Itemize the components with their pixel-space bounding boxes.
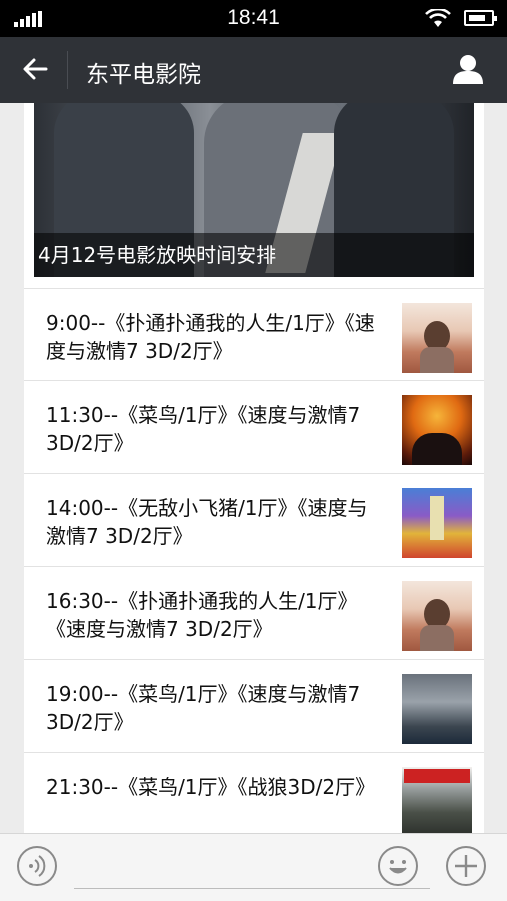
voice-button[interactable] bbox=[17, 846, 57, 886]
emoji-icon bbox=[389, 860, 407, 874]
poster-thumbnail bbox=[402, 395, 472, 465]
list-item[interactable]: 21:30--《菜鸟/1厅》《战狼3D/2厅》 bbox=[24, 752, 484, 833]
nav-divider bbox=[67, 51, 68, 89]
cover-image[interactable]: 4月12号电影放映时间安排 bbox=[34, 103, 474, 277]
list-item[interactable]: 14:00--《无敌小飞猪/1厅》《速度与激情7 3D/2厅》 bbox=[24, 473, 484, 566]
back-arrow-icon[interactable] bbox=[22, 57, 48, 81]
navigation-bar: 东平电影院 bbox=[0, 37, 507, 103]
schedule-text: 16:30--《扑通扑通我的人生/1厅》《速度与激情7 3D/2厅》 bbox=[46, 589, 358, 641]
emoji-button[interactable] bbox=[378, 846, 418, 886]
poster-thumbnail bbox=[402, 767, 472, 833]
list-item[interactable]: 19:00--《菜鸟/1厅》《速度与激情7 3D/2厅》 bbox=[24, 659, 484, 752]
add-button[interactable] bbox=[446, 846, 486, 886]
list-item[interactable]: 16:30--《扑通扑通我的人生/1厅》《速度与激情7 3D/2厅》 bbox=[24, 566, 484, 659]
user-icon[interactable] bbox=[452, 54, 484, 84]
input-toolbar bbox=[0, 833, 507, 901]
page-title: 东平电影院 bbox=[86, 62, 201, 88]
poster-thumbnail bbox=[402, 674, 472, 744]
battery-icon bbox=[464, 10, 497, 26]
schedule-text: 9:00--《扑通扑通我的人生/1厅》《速度与激情7 3D/2厅》 bbox=[46, 311, 375, 363]
cover-caption: 4月12号电影放映时间安排 bbox=[38, 243, 277, 267]
list-item[interactable]: 9:00--《扑通扑通我的人生/1厅》《速度与激情7 3D/2厅》 bbox=[24, 288, 484, 381]
poster-thumbnail bbox=[402, 303, 472, 373]
poster-thumbnail bbox=[402, 581, 472, 651]
schedule-text: 14:00--《无敌小飞猪/1厅》《速度与激情7 3D/2厅》 bbox=[46, 496, 368, 548]
message-input-field[interactable] bbox=[74, 888, 430, 889]
poster-thumbnail bbox=[402, 488, 472, 558]
wifi-icon bbox=[425, 9, 451, 27]
plus-icon bbox=[455, 855, 477, 877]
list-item[interactable]: 11:30--《菜鸟/1厅》《速度与激情7 3D/2厅》 bbox=[24, 380, 484, 473]
article-card: 4月12号电影放映时间安排 9:00--《扑通扑通我的人生/1厅》《速度与激情7… bbox=[24, 103, 484, 833]
status-bar: 18:41 bbox=[0, 0, 507, 37]
schedule-text: 11:30--《菜鸟/1厅》《速度与激情7 3D/2厅》 bbox=[46, 403, 361, 455]
schedule-text: 19:00--《菜鸟/1厅》《速度与激情7 3D/2厅》 bbox=[46, 682, 361, 734]
schedule-text: 21:30--《菜鸟/1厅》《战狼3D/2厅》 bbox=[46, 775, 376, 799]
voice-icon bbox=[29, 855, 46, 877]
